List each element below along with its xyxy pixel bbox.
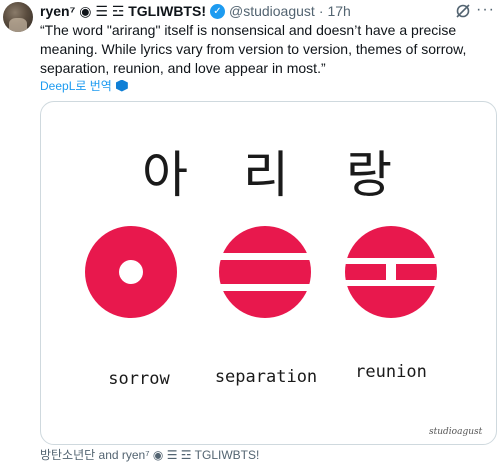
likes-summary[interactable]: 방탄소년단 and ryen⁷ ◉ ☰ ☲ TGLIWBTS! xyxy=(40,446,259,463)
grok-icon[interactable] xyxy=(455,3,471,19)
tweet-text: “The word "arirang" itself is nonsensica… xyxy=(40,22,467,76)
avatar[interactable] xyxy=(3,2,33,32)
korean-char-a: 아 xyxy=(142,146,188,204)
display-name[interactable]: ryen⁷ ◉ ☰ ☲ TGLIWBTS! xyxy=(40,3,206,20)
tweet-media[interactable]: 아 리 랑 sorrow separation reunion studioag… xyxy=(40,101,497,445)
tweet-header: ryen⁷ ◉ ☰ ☲ TGLIWBTS! ✓ @studioagust · 1… xyxy=(40,2,493,20)
korean-char-rang: 랑 xyxy=(346,146,392,204)
separator-dot: · xyxy=(318,3,324,19)
korean-char-ri: 리 xyxy=(243,146,289,204)
label-sorrow: sorrow xyxy=(108,369,170,389)
translate-link[interactable]: DeepL로 번역 xyxy=(40,77,128,94)
arirang-illustration: 아 리 랑 sorrow separation reunion studioag… xyxy=(85,146,483,437)
translate-icon xyxy=(115,79,128,92)
verified-badge-icon: ✓ xyxy=(209,3,225,19)
label-reunion: reunion xyxy=(355,362,427,382)
user-handle[interactable]: @studioagust xyxy=(229,3,315,19)
more-icon[interactable]: ··· xyxy=(476,1,495,19)
label-separation: separation xyxy=(215,367,317,387)
translate-label[interactable]: DeepL로 번역 xyxy=(40,77,112,94)
watermark: studioagust xyxy=(429,427,483,437)
timestamp[interactable]: 17h xyxy=(327,3,350,19)
sorrow-circle xyxy=(85,226,177,318)
reunion-circle xyxy=(341,226,443,318)
separation-circle xyxy=(215,226,317,318)
